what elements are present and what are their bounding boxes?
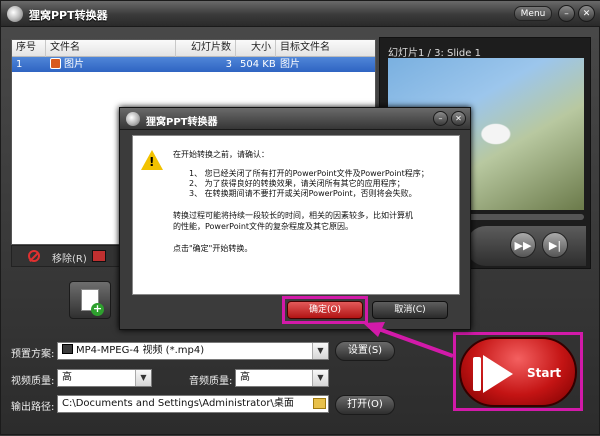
cancel-button[interactable]: 取消(C) (372, 301, 448, 319)
remove-button-label[interactable]: 移除(R) (52, 250, 87, 265)
ok-button[interactable]: 确定(O) (287, 301, 363, 319)
column-header-slides[interactable]: 幻灯片数 (176, 40, 236, 57)
title-bar: 狸窝PPT转换器 Menu – ✕ (1, 1, 600, 27)
column-header-target[interactable]: 目标文件名 (276, 40, 375, 57)
audio-quality-label: 音频质量: (189, 376, 233, 387)
row-slides: 3 (225, 59, 232, 70)
chevron-down-icon: ▼ (135, 370, 151, 386)
play-icon (483, 355, 513, 393)
add-file-icon (81, 289, 104, 316)
row-target: 图片 (280, 59, 300, 70)
video-format-icon (62, 344, 73, 354)
start-button[interactable]: Start (459, 337, 577, 407)
start-label: Start (527, 366, 562, 380)
preview-controls: ▶▶ ▶| (466, 226, 586, 266)
column-header-filename[interactable]: 文件名 (46, 40, 176, 57)
warning-icon (141, 150, 163, 170)
folder-icon[interactable] (313, 398, 326, 409)
output-path-label: 输出路径: (11, 402, 55, 413)
file-list-header: 序号 文件名 幻灯片数 大小 目标文件名 (12, 40, 375, 57)
next-slide-button[interactable]: ▶▶ (510, 232, 536, 258)
close-button[interactable]: ✕ (578, 5, 595, 22)
preset-value: MP4-MPEG-4 视频 (*.mp4) (76, 345, 205, 356)
output-path-value: C:\Documents and Settings\Administrator\… (62, 398, 294, 409)
dialog-prompt: 点击"确定"开始转换。 (173, 244, 253, 253)
column-header-size[interactable]: 大小 (236, 40, 276, 57)
audio-quality-value: 高 (240, 372, 250, 383)
chevron-down-icon: ▼ (312, 370, 328, 386)
last-slide-button[interactable]: ▶| (542, 232, 568, 258)
remove-icon[interactable] (28, 250, 40, 262)
confirm-dialog: 狸窝PPT转换器 – ✕ 在开始转换之前，请确认： 1、 您已经关闭了所有打开的… (119, 107, 471, 330)
ppt-file-icon (50, 58, 61, 69)
open-folder-button[interactable]: 打开(O) (335, 395, 395, 415)
add-file-button[interactable] (69, 281, 111, 319)
logo-icon (126, 112, 140, 126)
preset-label: 预置方案: (11, 349, 55, 360)
audio-quality-select[interactable]: 高 ▼ (235, 369, 329, 387)
video-quality-value: 高 (62, 372, 72, 383)
table-row[interactable]: 1 图片 3 504 KB 图片 (12, 57, 375, 72)
dialog-close-button[interactable]: ✕ (451, 111, 466, 126)
preview-slide-label: 幻灯片1 / 3: Slide 1 (388, 48, 481, 59)
column-header-index[interactable]: 序号 (12, 40, 46, 57)
dialog-item-1: 1、 您已经关闭了所有打开的PowerPoint文件及PowerPoint程序； (189, 169, 429, 178)
menu-button[interactable]: Menu (514, 6, 552, 21)
dialog-intro: 在开始转换之前，请确认： (173, 150, 269, 159)
main-window: 狸窝PPT转换器 Menu – ✕ 序号 文件名 幻灯片数 大小 目标文件名 1… (0, 0, 600, 435)
preset-select[interactable]: MP4-MPEG-4 视频 (*.mp4) ▼ (57, 342, 329, 360)
minimize-button[interactable]: – (558, 5, 575, 22)
row-size: 504 KB (240, 59, 276, 70)
dialog-item-3: 3、 在转换期间请不要打开或关闭PowerPoint，否则将会失败。 (189, 189, 417, 198)
dialog-message: 在开始转换之前，请确认： 1、 您已经关闭了所有打开的PowerPoint文件及… (132, 135, 460, 295)
row-filename: 图片 (64, 59, 84, 70)
output-path-field[interactable]: C:\Documents and Settings\Administrator\… (57, 395, 329, 413)
settings-button[interactable]: 设置(S) (335, 341, 395, 361)
video-quality-select[interactable]: 高 ▼ (57, 369, 152, 387)
row-index: 1 (16, 59, 23, 70)
dialog-item-2: 2、 为了获得良好的转换效果，请关闭所有其它的应用程序； (189, 179, 405, 188)
dialog-minimize-button[interactable]: – (433, 111, 448, 126)
settings-panel: 预置方案: MP4-MPEG-4 视频 (*.mp4) ▼ 设置(S) 视频质量… (1, 333, 441, 433)
dialog-title: 狸窝PPT转换器 (146, 117, 218, 128)
logo-icon (7, 6, 23, 22)
row-filename-cell: 图片 (46, 57, 176, 72)
dialog-note-line-2: 的性能，PowerPoint文件的复杂程度及其它原因。 (173, 222, 354, 231)
window-title: 狸窝PPT转换器 (29, 9, 108, 22)
video-quality-label: 视频质量: (11, 376, 55, 387)
chevron-down-icon: ▼ (312, 343, 328, 359)
clear-icon[interactable] (92, 250, 106, 262)
dialog-title-bar: 狸窝PPT转换器 – ✕ (120, 108, 470, 130)
start-bar-icon (473, 357, 481, 391)
dialog-note-line-1: 转换过程可能将持续一段较长的时间，相关的因素较多，比如计算机 (173, 211, 413, 220)
